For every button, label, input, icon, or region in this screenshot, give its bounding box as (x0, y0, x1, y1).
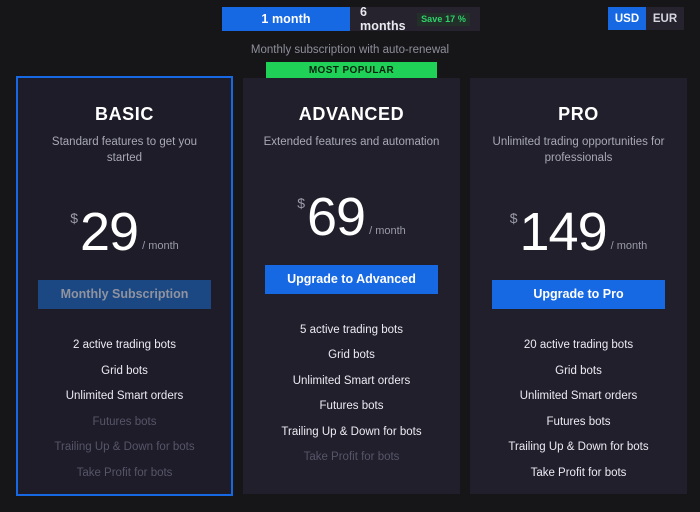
most-popular-badge: MOST POPULAR (266, 62, 437, 79)
currency-option-usd-label: USD (614, 12, 640, 25)
feature-item: Grid bots (328, 349, 375, 361)
plan-cta-pro[interactable]: Upgrade to Pro (492, 280, 665, 309)
feature-item: Take Profit for bots (303, 451, 400, 463)
plan-price-basic: $ 29 / month (18, 200, 231, 263)
feature-item: Futures bots (319, 400, 384, 412)
pricing-card-pro[interactable]: PRO Unlimited trading opportunities for … (470, 78, 687, 494)
period-option-6-months[interactable]: 6 months Save 17 % (350, 5, 480, 33)
feature-item: 20 active trading bots (523, 339, 634, 351)
period-toggle[interactable]: 1 month 6 months Save 17 % (222, 5, 480, 33)
feature-item: Unlimited Smart orders (519, 390, 638, 402)
period-option-1-month-label: 1 month (261, 12, 311, 26)
plan-name-basic: BASIC (94, 104, 154, 124)
plan-description-pro: Unlimited trading opportunities for prof… (492, 136, 665, 164)
feature-item: Futures bots (92, 415, 157, 428)
save-badge: Save 17 % (417, 12, 470, 26)
feature-item: Take Profit for bots (530, 466, 627, 479)
feature-item: Grid bots (101, 364, 148, 377)
feature-item: Trailing Up & Down for bots (54, 441, 195, 453)
feature-item: Unlimited Smart orders (292, 374, 411, 387)
price-period: / month (369, 224, 406, 237)
price-currency-symbol: $ (70, 210, 79, 226)
pricing-card-advanced[interactable]: ADVANCED Extended features and automatio… (243, 78, 460, 494)
feature-item: Unlimited Smart orders (65, 390, 184, 402)
billing-subtitle: Monthly subscription with auto-renewal (250, 44, 450, 56)
pricing-card-basic[interactable]: BASIC Standard features to get you start… (16, 76, 233, 496)
price-currency-symbol: $ (297, 194, 306, 211)
plan-name-advanced: ADVANCED (298, 104, 405, 124)
period-option-6-months-label: 6 months (360, 5, 406, 33)
period-option-1-month[interactable]: 1 month (222, 7, 350, 31)
header: 1 month 6 months Save 17 % USD EUR (0, 0, 700, 36)
feature-item: 2 active trading bots (73, 339, 176, 351)
price-amount: 29 (80, 202, 139, 263)
feature-list-basic: 2 active trading bots Grid bots Unlimite… (18, 333, 231, 486)
price-amount: 149 (519, 202, 608, 263)
feature-item: Futures bots (546, 415, 611, 428)
plan-cta-basic[interactable]: Monthly Subscription (38, 280, 211, 309)
feature-item: 5 active trading bots (300, 323, 403, 336)
plan-name-pro: PRO (558, 104, 599, 124)
currency-toggle[interactable]: USD EUR (608, 7, 684, 30)
price-currency-symbol: $ (509, 210, 518, 226)
price-period: / month (142, 240, 179, 252)
feature-list-pro: 20 active trading bots Grid bots Unlimit… (470, 333, 687, 486)
currency-option-eur-label: EUR (652, 12, 678, 25)
plan-description-advanced: Extended features and automation (263, 136, 440, 148)
feature-item: Trailing Up & Down for bots (281, 425, 422, 438)
plan-description-basic: Standard features to get you started (51, 136, 198, 164)
feature-list-advanced: 5 active trading bots Grid bots Unlimite… (243, 318, 460, 471)
plan-price-pro: $ 149 / month (470, 200, 687, 263)
plan-price-advanced: $ 69 / month (243, 185, 460, 247)
feature-item: Grid bots (555, 364, 602, 377)
currency-option-usd[interactable]: USD (608, 7, 646, 30)
feature-item: Take Profit for bots (76, 466, 173, 479)
price-amount: 69 (307, 186, 366, 247)
feature-item: Trailing Up & Down for bots (508, 441, 649, 453)
currency-option-eur[interactable]: EUR (646, 7, 684, 30)
price-period: / month (610, 240, 648, 252)
plan-cta-advanced[interactable]: Upgrade to Advanced (265, 264, 438, 294)
